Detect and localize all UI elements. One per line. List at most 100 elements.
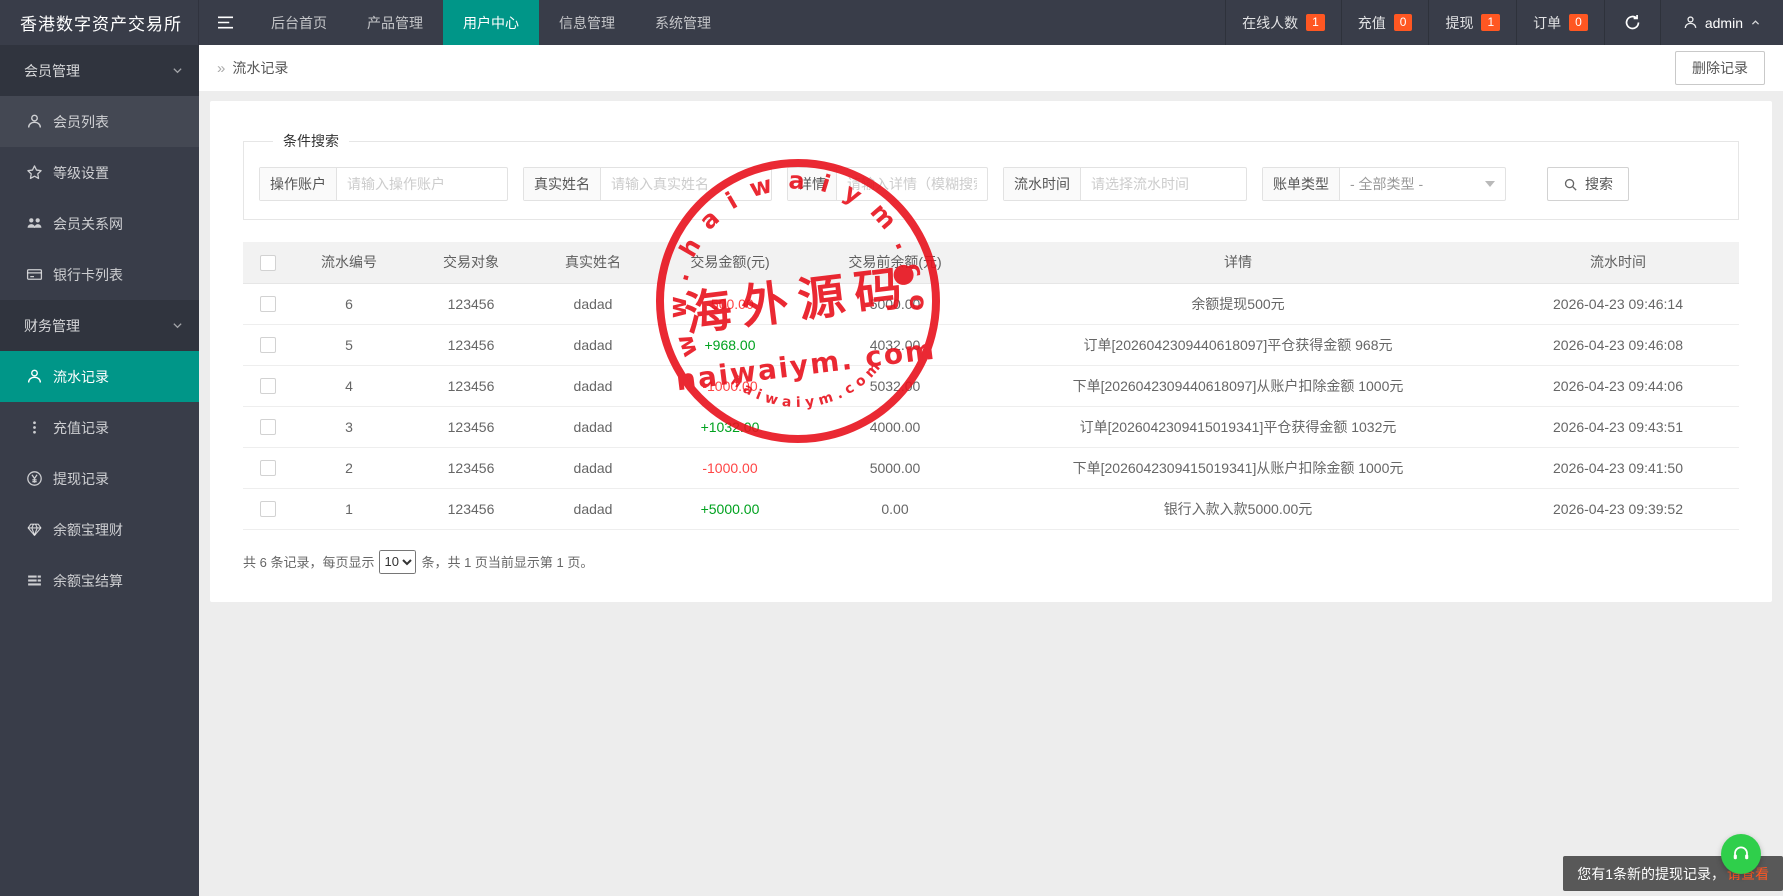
nav-item-1[interactable]: 产品管理 [347,0,443,45]
column-header-3: 交易金额(元) [649,242,811,283]
sidebar-item-label: 充值记录 [53,418,109,438]
chevron-down-icon [171,64,184,77]
hamburger-icon [216,15,235,30]
row-checkbox[interactable] [260,296,276,312]
flow-time: 2026-04-23 09:43:51 [1497,406,1739,447]
trade-amount: +5000.00 [649,488,811,529]
sidebar-item-0-1[interactable]: 等级设置 [0,147,199,198]
header-right: 在线人数1充值0提现1订单0 admin [1225,0,1783,45]
flow-id: 4 [293,365,405,406]
row-checkbox-cell [243,488,293,529]
flow-detail: 下单[2026042309440618097]从账户扣除金额 1000元 [979,365,1497,406]
search-button[interactable]: 搜索 [1547,167,1629,201]
field-label: 详情 [788,168,837,200]
sidebar-item-label: 银行卡列表 [53,265,123,285]
trade-target: 123456 [405,283,537,324]
field-input-1[interactable] [601,168,771,200]
balance-before: 5000.00 [811,447,979,488]
nav-item-0[interactable]: 后台首页 [251,0,347,45]
refresh-button[interactable] [1604,0,1660,45]
field-label: 真实姓名 [524,168,601,200]
search-field-1: 真实姓名 [523,167,772,201]
sidebar-group-0[interactable]: 会员管理 [0,45,199,96]
trade-amount: +968.00 [649,324,811,365]
row-checkbox[interactable] [260,501,276,517]
caret-down-icon [1485,181,1495,187]
sidebar-item-1-0[interactable]: 流水记录 [0,351,199,402]
flow-id: 6 [293,283,405,324]
flow-time: 2026-04-23 09:41:50 [1497,447,1739,488]
row-checkbox[interactable] [260,337,276,353]
sidebar-item-1-3[interactable]: 余额宝理财 [0,504,199,555]
sidebar-item-1-4[interactable]: 余额宝结算 [0,555,199,606]
nav-item-4[interactable]: 系统管理 [635,0,731,45]
sidebar-item-1-1[interactable]: 充值记录 [0,402,199,453]
field-input-2[interactable] [837,168,987,200]
row-checkbox[interactable] [260,419,276,435]
row-checkbox-cell [243,365,293,406]
flow-detail: 银行入款入款5000.00元 [979,488,1497,529]
row-checkbox[interactable] [260,378,276,394]
table-row: 2123456dadad-1000.005000.00下单[2026042309… [243,447,1739,488]
sidebar-item-0-3[interactable]: 银行卡列表 [0,249,199,300]
field-input-0[interactable] [337,168,507,200]
real-name: dadad [537,283,649,324]
flow-time: 2026-04-23 09:46:14 [1497,283,1739,324]
per-page-select[interactable]: 10 [379,550,416,574]
breadcrumb-arrow: » [217,60,225,77]
table-row: 4123456dadad-1000.005032.00下单[2026042309… [243,365,1739,406]
row-checkbox-cell [243,406,293,447]
stat-count-badge: 1 [1306,14,1325,31]
header-stat-2[interactable]: 提现1 [1428,0,1516,45]
admin-username: admin [1705,15,1743,31]
sidebar-item-0-0[interactable]: 会员列表 [0,96,199,147]
flow-detail: 余额提现500元 [979,283,1497,324]
sidebar-item-0-2[interactable]: 会员关系网 [0,198,199,249]
select-all-checkbox[interactable] [260,255,276,271]
pagination: 共 6 条记录，每页显示 10 条，共 1 页当前显示第 1 页。 [243,550,1739,574]
sidebar-item-label: 提现记录 [53,469,109,489]
customer-service-button[interactable] [1721,834,1761,874]
yen-icon [26,470,43,487]
headset-icon [1731,844,1751,864]
header-stat-0[interactable]: 在线人数1 [1225,0,1341,45]
delete-records-button[interactable]: 删除记录 [1675,51,1765,85]
row-checkbox-cell [243,447,293,488]
trade-amount: +1032.00 [649,406,811,447]
flow-detail: 订单[2026042309415019341]平仓获得金额 1032元 [979,406,1497,447]
nav-item-2[interactable]: 用户中心 [443,0,539,45]
toast-message: 您有1条新的提现记录， [1577,864,1725,884]
table-row: 5123456dadad+968.004032.00订单[20260423094… [243,324,1739,365]
trade-amount: -1000.00 [649,447,811,488]
trade-target: 123456 [405,324,537,365]
flow-id: 5 [293,324,405,365]
header-stat-1[interactable]: 充值0 [1341,0,1429,45]
search-button-label: 搜索 [1585,174,1613,194]
admin-user-menu[interactable]: admin [1660,0,1783,45]
hamburger-menu-button[interactable] [199,0,251,45]
select-all-cell [243,242,293,283]
nav-item-3[interactable]: 信息管理 [539,0,635,45]
column-header-2: 真实姓名 [537,242,649,283]
search-legend: 条件搜索 [273,131,349,151]
bill-type-select[interactable]: - 全部类型 - [1340,168,1505,200]
row-checkbox[interactable] [260,460,276,476]
sidebar-menu: 会员管理会员列表等级设置会员关系网银行卡列表财务管理流水记录充值记录提现记录余额… [0,45,199,606]
field-input-3[interactable] [1081,168,1246,200]
column-header-1: 交易对象 [405,242,537,283]
table-header-row: 流水编号交易对象真实姓名交易金额(元)交易前余额(元)详情流水时间 [243,242,1739,283]
sidebar-group-1[interactable]: 财务管理 [0,300,199,351]
balance-before: 5000.00 [811,283,979,324]
table-row: 3123456dadad+1032.004000.00订单[2026042309… [243,406,1739,447]
trade-target: 123456 [405,447,537,488]
star-icon [26,164,43,181]
header-stat-3[interactable]: 订单0 [1516,0,1604,45]
real-name: dadad [537,324,649,365]
sidebar-item-1-2[interactable]: 提现记录 [0,453,199,504]
stat-label: 订单 [1533,13,1561,33]
person-icon [26,113,43,130]
sidebar-item-label: 会员关系网 [53,214,123,234]
search-fieldset: 条件搜索 操作账户真实姓名详情流水时间账单类型- 全部类型 - 搜索 [243,131,1739,220]
search-icon [1563,177,1578,192]
balance-before: 4032.00 [811,324,979,365]
